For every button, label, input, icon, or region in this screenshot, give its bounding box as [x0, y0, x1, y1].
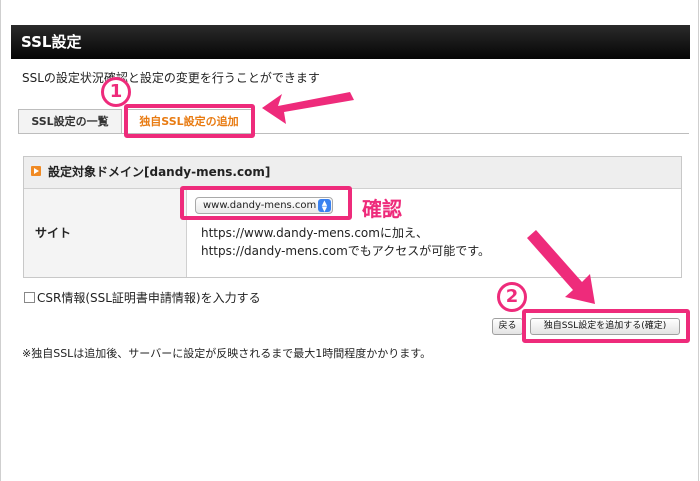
arrow-1-icon [262, 92, 354, 124]
arrow-2-icon [527, 230, 595, 304]
annotation-arrows [262, 92, 595, 304]
step-2-badge: 2 [497, 282, 527, 312]
step-1-badge: 1 [101, 77, 131, 107]
confirm-annotation: 確認 [362, 197, 402, 221]
